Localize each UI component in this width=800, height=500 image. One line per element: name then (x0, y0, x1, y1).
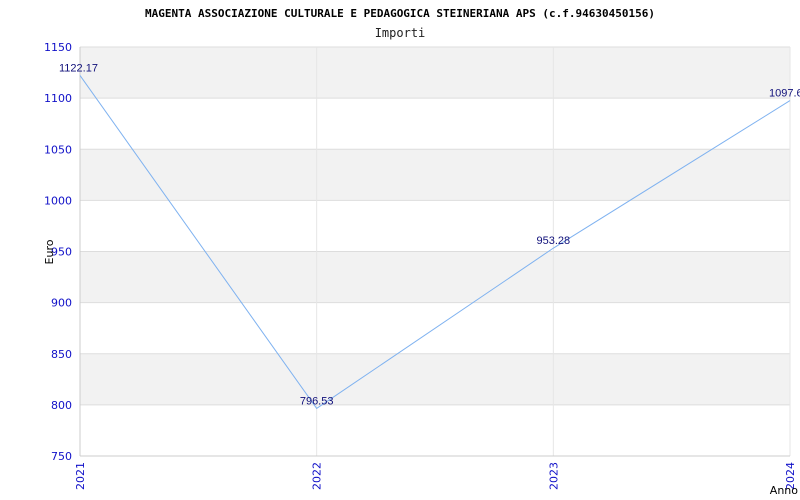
y-tick-label: 850 (51, 348, 72, 361)
data-label: 796.53 (300, 395, 334, 407)
data-label: 1122.17 (59, 62, 98, 74)
y-tick-label: 750 (51, 450, 72, 463)
y-tick-label: 800 (51, 399, 72, 412)
chart-subtitle: Importi (375, 26, 426, 40)
grid-band (80, 149, 790, 201)
x-tick-labels: 2021 2022 2023 2024 (74, 462, 797, 490)
data-label: 1097.6 (769, 88, 800, 100)
y-tick-label: 1000 (44, 194, 72, 207)
x-axis-label: Anno (770, 484, 798, 497)
y-tick-label: 900 (51, 297, 72, 310)
x-tick-label: 2023 (547, 462, 560, 490)
y-tick-label: 1150 (44, 41, 72, 54)
grid-band (80, 47, 790, 99)
grid-band (80, 353, 790, 405)
chart-title: MAGENTA ASSOCIAZIONE CULTURALE E PEDAGOG… (145, 7, 655, 20)
grid-band (80, 251, 790, 303)
line-chart: 7508008509009501000105011001150 2021 2022… (43, 7, 800, 497)
x-tick-label: 2021 (74, 462, 87, 490)
data-label: 953.28 (537, 235, 571, 247)
y-axis-label: Euro (43, 239, 56, 264)
y-tick-label: 1050 (44, 143, 72, 156)
x-tick-label: 2022 (311, 462, 324, 490)
y-tick-label: 1100 (44, 92, 72, 105)
